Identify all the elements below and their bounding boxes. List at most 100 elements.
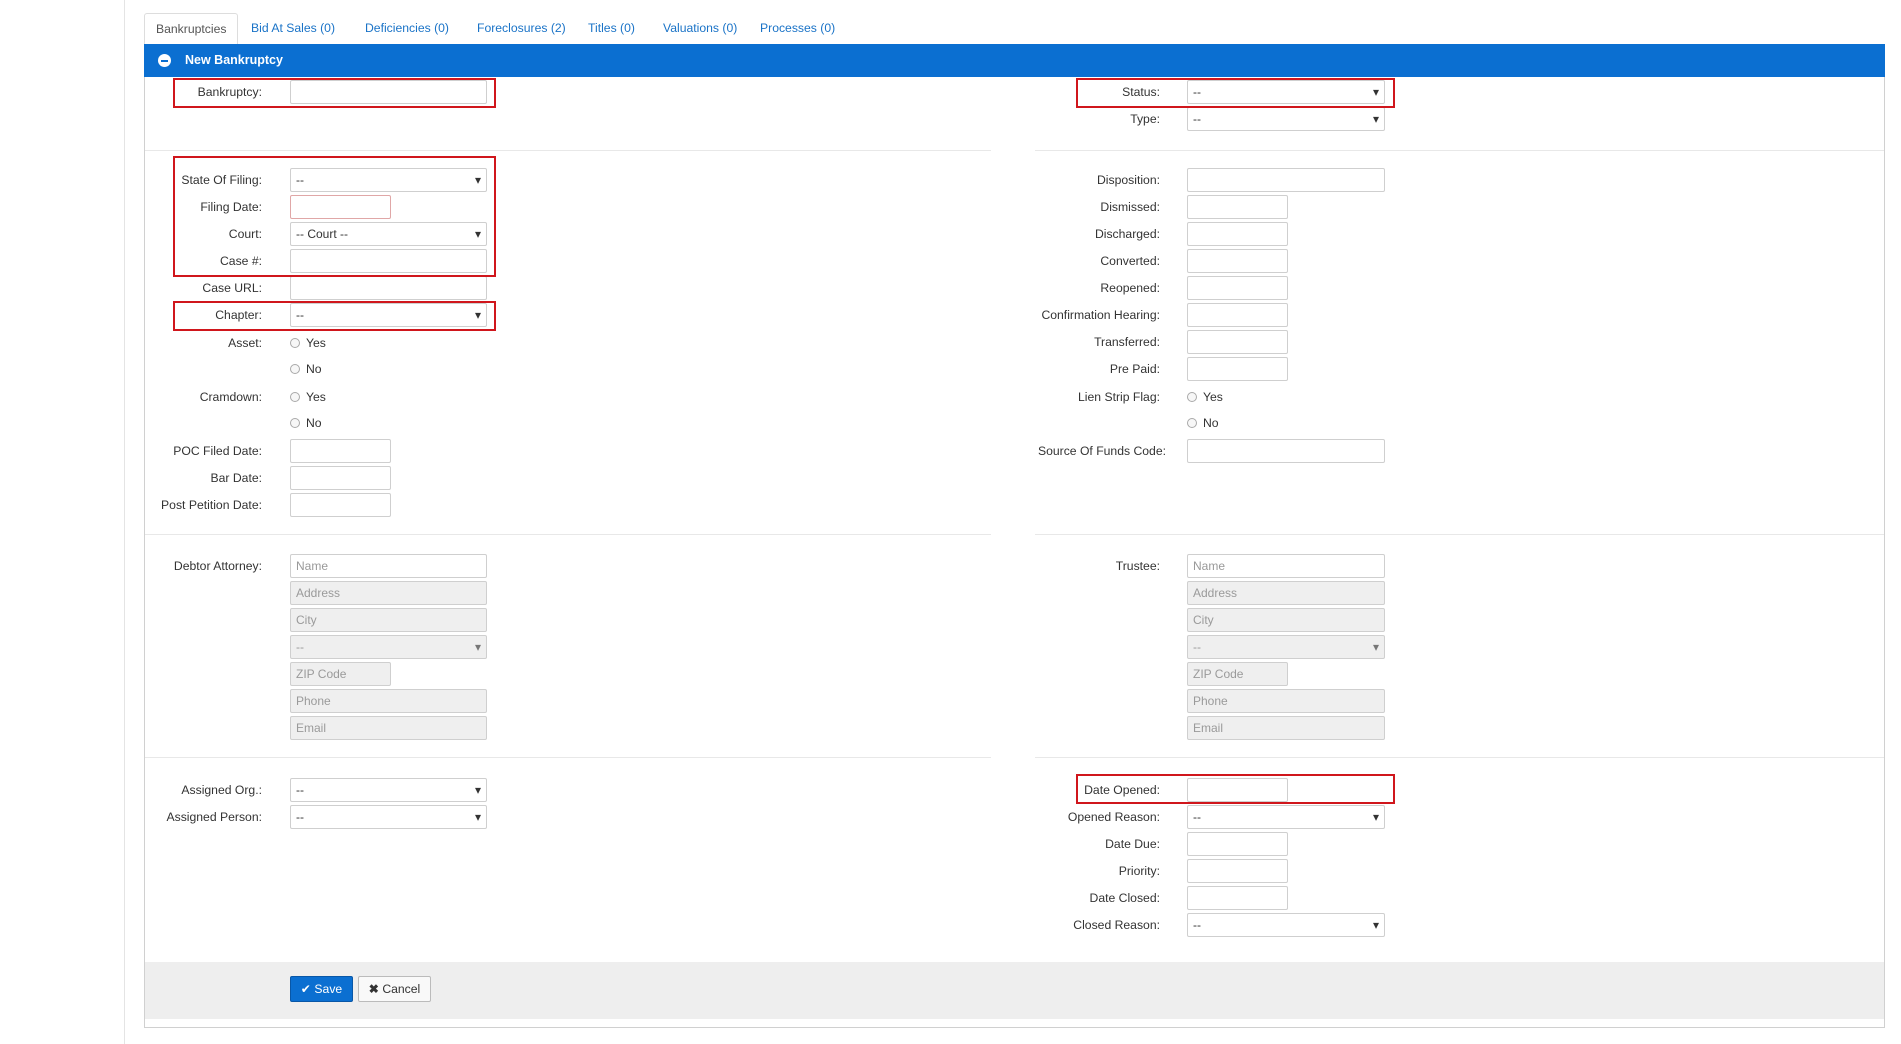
- section-divider: [1035, 534, 1884, 535]
- asset-no-radio[interactable]: [290, 364, 300, 374]
- cramdown-no-radio[interactable]: [290, 418, 300, 428]
- dismissed-input[interactable]: [1187, 195, 1288, 219]
- lien-strip-yes-label: Yes: [1203, 390, 1223, 404]
- highlight-box-chapter: [173, 301, 496, 331]
- trustee-city-input[interactable]: City: [1187, 608, 1385, 632]
- assigned-org-select[interactable]: --: [290, 778, 487, 802]
- tab-bankruptcies[interactable]: Bankruptcies: [144, 13, 239, 46]
- cramdown-yes-radio[interactable]: [290, 392, 300, 402]
- tab-processes[interactable]: Processes (0): [749, 13, 846, 44]
- trustee-name-input[interactable]: Name: [1187, 554, 1385, 578]
- opened-reason-select[interactable]: --: [1187, 805, 1385, 829]
- asset-yes-radio[interactable]: [290, 338, 300, 348]
- reopened-label: Reopened:: [1100, 281, 1160, 295]
- transferred-label: Transferred:: [1094, 335, 1160, 349]
- assigned-person-label: Assigned Person:: [166, 810, 262, 824]
- asset-label: Asset:: [228, 336, 262, 350]
- closed-reason-label: Closed Reason:: [1073, 918, 1160, 932]
- converted-input[interactable]: [1187, 249, 1288, 273]
- trustee-label: Trustee:: [1115, 559, 1160, 573]
- disposition-input[interactable]: [1187, 168, 1385, 192]
- source-of-funds-code-input[interactable]: [1187, 439, 1385, 463]
- section-divider: [145, 534, 991, 535]
- poc-filed-date-label: POC Filed Date:: [173, 444, 262, 458]
- cramdown-no-label: No: [306, 416, 322, 430]
- post-petition-date-input[interactable]: [290, 493, 391, 517]
- discharged-label: Discharged:: [1094, 227, 1160, 241]
- debtor-attorney-phone-input[interactable]: Phone: [290, 689, 487, 713]
- tab-valuations[interactable]: Valuations (0): [652, 13, 748, 44]
- tab-titles[interactable]: Titles (0): [577, 13, 646, 44]
- trustee-state-select[interactable]: --: [1187, 635, 1385, 659]
- confirmation-hearing-input[interactable]: [1187, 303, 1288, 327]
- assigned-person-select[interactable]: --: [290, 805, 487, 829]
- highlight-box-status: [1076, 78, 1395, 108]
- section-divider: [145, 150, 991, 151]
- debtor-attorney-zip-input[interactable]: ZIP Code: [290, 662, 391, 686]
- cramdown-label: Cramdown:: [199, 390, 262, 404]
- asset-yes-label: Yes: [306, 336, 326, 350]
- transferred-input[interactable]: [1187, 330, 1288, 354]
- pre-paid-label: Pre Paid:: [1109, 362, 1160, 376]
- type-label: Type:: [1130, 112, 1160, 126]
- discharged-input[interactable]: [1187, 222, 1288, 246]
- date-closed-input[interactable]: [1187, 886, 1288, 910]
- case-url-input[interactable]: [290, 276, 487, 300]
- confirmation-hearing-label: Confirmation Hearing:: [1041, 308, 1160, 322]
- save-button[interactable]: ✔ Save: [290, 976, 353, 1002]
- section-divider: [1035, 757, 1884, 758]
- debtor-attorney-address-input[interactable]: Address: [290, 581, 487, 605]
- poc-filed-date-input[interactable]: [290, 439, 391, 463]
- check-icon: ✔: [300, 982, 312, 996]
- trustee-email-input[interactable]: Email: [1187, 716, 1385, 740]
- debtor-attorney-label: Debtor Attorney:: [173, 559, 262, 573]
- opened-reason-label: Opened Reason:: [1067, 810, 1160, 824]
- date-due-label: Date Due:: [1105, 837, 1160, 851]
- priority-label: Priority:: [1118, 864, 1160, 878]
- case-url-label: Case URL:: [202, 281, 262, 295]
- trustee-phone-input[interactable]: Phone: [1187, 689, 1385, 713]
- priority-input[interactable]: [1187, 859, 1288, 883]
- tab-foreclosures[interactable]: Foreclosures (2): [466, 13, 577, 44]
- lien-strip-no-radio[interactable]: [1187, 418, 1197, 428]
- debtor-attorney-name-input[interactable]: Name: [290, 554, 487, 578]
- pre-paid-input[interactable]: [1187, 357, 1288, 381]
- asset-no-label: No: [306, 362, 322, 376]
- cancel-button[interactable]: ✖ Cancel: [358, 976, 431, 1002]
- converted-label: Converted:: [1100, 254, 1160, 268]
- source-of-funds-code-label: Source Of Funds Code:: [1037, 444, 1166, 458]
- debtor-attorney-state-select[interactable]: --: [290, 635, 487, 659]
- panel-header[interactable]: New Bankruptcy: [144, 44, 1885, 77]
- section-divider: [1035, 150, 1884, 151]
- closed-reason-select[interactable]: --: [1187, 913, 1385, 937]
- page-left-border: [124, 0, 125, 1044]
- tab-bid-at-sales[interactable]: Bid At Sales (0): [240, 13, 346, 44]
- panel-title: New Bankruptcy: [185, 53, 283, 67]
- cramdown-yes-label: Yes: [306, 390, 326, 404]
- x-icon: ✖: [368, 982, 379, 996]
- trustee-zip-input[interactable]: ZIP Code: [1187, 662, 1288, 686]
- post-petition-date-label: Post Petition Date:: [161, 498, 262, 512]
- save-button-label: Save: [314, 982, 343, 996]
- reopened-input[interactable]: [1187, 276, 1288, 300]
- tab-deficiencies[interactable]: Deficiencies (0): [354, 13, 460, 44]
- highlight-box-date-opened: [1076, 774, 1395, 804]
- type-select[interactable]: --: [1187, 107, 1385, 131]
- debtor-attorney-city-input[interactable]: City: [290, 608, 487, 632]
- date-due-input[interactable]: [1187, 832, 1288, 856]
- collapse-minus-icon[interactable]: [158, 54, 171, 67]
- highlight-box-bankruptcy: [173, 78, 496, 108]
- lien-strip-flag-label: Lien Strip Flag:: [1078, 390, 1160, 404]
- bar-date-input[interactable]: [290, 466, 391, 490]
- section-divider: [145, 757, 991, 758]
- trustee-address-input[interactable]: Address: [1187, 581, 1385, 605]
- cancel-button-label: Cancel: [382, 982, 421, 996]
- assigned-org-label: Assigned Org.:: [181, 783, 262, 797]
- dismissed-label: Dismissed:: [1100, 200, 1160, 214]
- debtor-attorney-email-input[interactable]: Email: [290, 716, 487, 740]
- disposition-label: Disposition:: [1097, 173, 1160, 187]
- lien-strip-yes-radio[interactable]: [1187, 392, 1197, 402]
- highlight-box-filing: [173, 156, 496, 277]
- lien-strip-no-label: No: [1203, 416, 1219, 430]
- date-closed-label: Date Closed:: [1089, 891, 1160, 905]
